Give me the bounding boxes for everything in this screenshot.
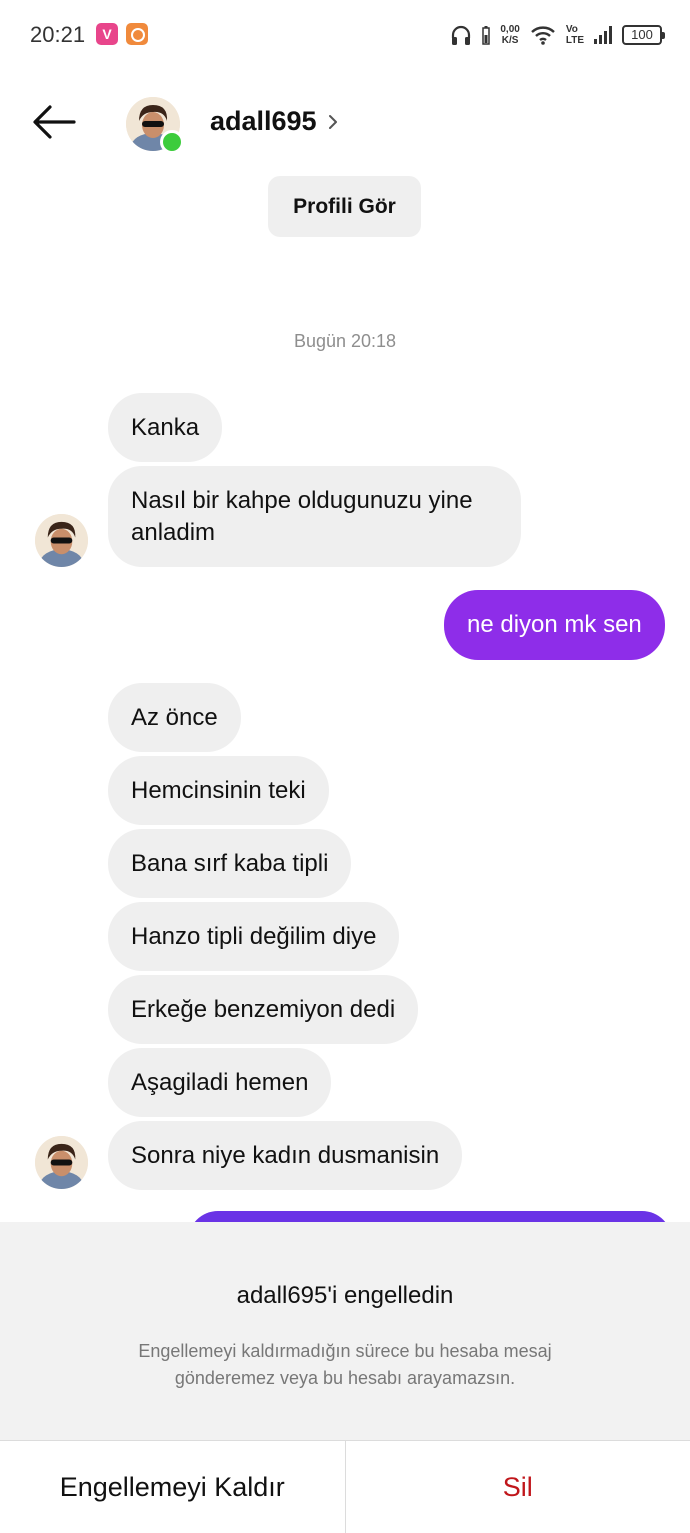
back-arrow-icon[interactable] bbox=[30, 102, 78, 142]
message-received[interactable]: Hanzo tipli değilim diye bbox=[108, 902, 400, 971]
unblock-button[interactable]: Engellemeyi Kaldır bbox=[0, 1441, 345, 1533]
avatar[interactable] bbox=[35, 1136, 88, 1189]
delete-button[interactable]: Sil bbox=[344, 1441, 690, 1533]
volte-indicator: Vo LTE bbox=[565, 24, 584, 46]
chevron-right-icon[interactable] bbox=[326, 113, 340, 131]
wifi-icon bbox=[531, 26, 555, 45]
view-profile-button[interactable]: Profili Gör bbox=[268, 176, 421, 237]
blocked-description: Engellemeyi kaldırmadığın sürece bu hesa… bbox=[138, 1341, 552, 1388]
blocked-notice-panel: adall695'i engelledin Engellemeyi kaldır… bbox=[0, 1222, 690, 1533]
message-received[interactable]: Nasıl bir kahpe oldugunuzu yine anladim bbox=[108, 466, 521, 567]
status-icons: 0,00 K/S Vo LTE 100 bbox=[450, 20, 665, 50]
notification-app-icon: V bbox=[96, 23, 118, 45]
message-received[interactable]: Hemcinsinin teki bbox=[108, 756, 329, 825]
battery-saver-icon bbox=[482, 26, 491, 45]
battery-icon: 100 bbox=[622, 25, 665, 45]
headphones-icon bbox=[452, 25, 471, 45]
thread-timestamp: Bugün 20:18 bbox=[293, 331, 397, 351]
status-time: 20:21 bbox=[30, 22, 86, 47]
message-received[interactable]: Bana sırf kaba tipli bbox=[108, 829, 352, 898]
blocked-actions: Engellemeyi Kaldır Sil bbox=[0, 1440, 690, 1533]
message-received[interactable]: Az önce bbox=[108, 683, 241, 752]
network-speed: 0,00 K/S bbox=[500, 24, 520, 46]
blocked-title: adall695'i engelledin bbox=[236, 1282, 454, 1309]
avatar[interactable] bbox=[35, 514, 88, 567]
message-sent[interactable]: ne diyon mk sen bbox=[444, 590, 665, 660]
signal-icon bbox=[594, 26, 612, 44]
message-received[interactable]: Erkeğe benzemiyon dedi bbox=[108, 975, 419, 1044]
header-username[interactable]: adall695 bbox=[210, 106, 317, 137]
online-status-dot bbox=[160, 130, 184, 154]
status-bar: 20:21 V 0,00 K/S Vo LTE 100 bbox=[0, 0, 690, 70]
notification-app2-icon bbox=[126, 23, 148, 45]
message-received[interactable]: Sonra niye kadın dusmanisin bbox=[108, 1121, 463, 1190]
message-received[interactable]: Kanka bbox=[108, 393, 223, 462]
message-received[interactable]: Aşagiladi hemen bbox=[108, 1048, 332, 1117]
